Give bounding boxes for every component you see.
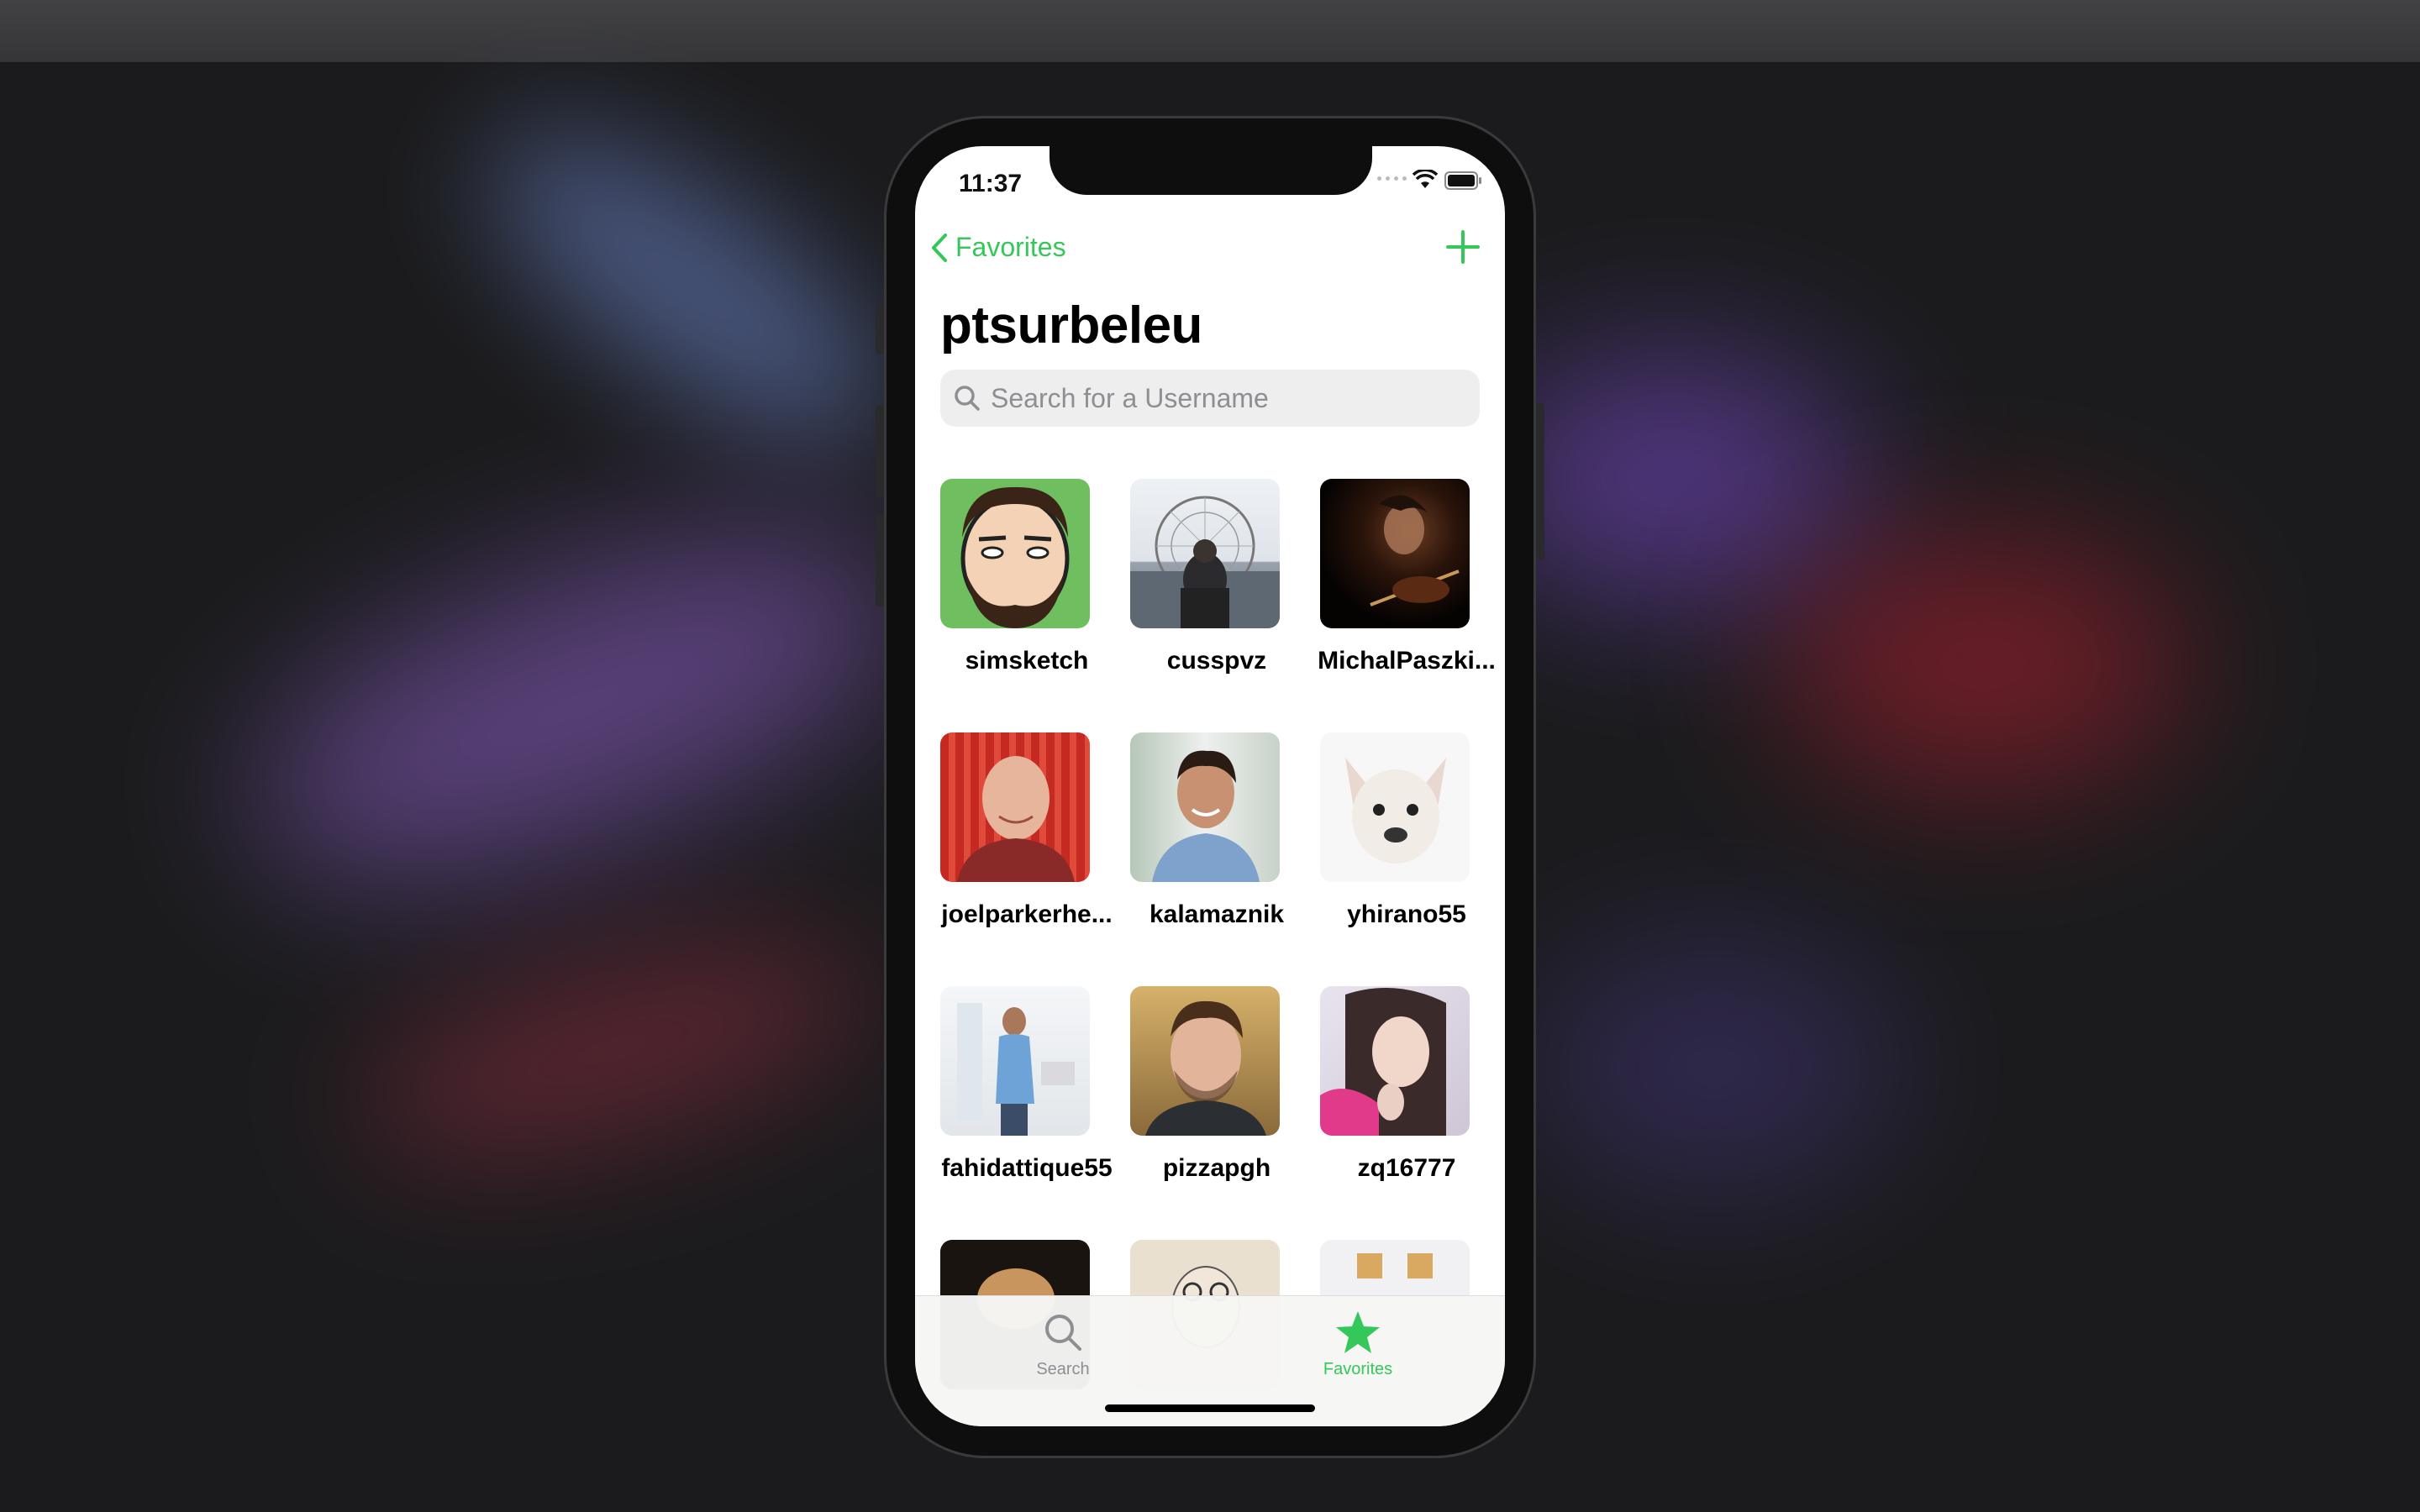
avatar bbox=[940, 986, 1090, 1136]
follower-cell[interactable]: yhirano55 bbox=[1312, 732, 1502, 984]
page-title: ptsurbeleu bbox=[940, 297, 1202, 354]
follower-cell[interactable]: MichalPaszki... bbox=[1312, 479, 1502, 731]
violinist-photo-image bbox=[1370, 495, 1460, 606]
wallpaper-blur-crimson bbox=[1781, 538, 2185, 790]
username-label: MichalPaszki... bbox=[1318, 647, 1496, 675]
follower-cell[interactable]: fahidattique55 bbox=[932, 986, 1122, 1238]
bald-man-photo-image bbox=[957, 756, 1075, 882]
wallpaper-blur-indigo bbox=[1529, 941, 1899, 1193]
avatar bbox=[1130, 986, 1280, 1136]
bearded-man-photo-image bbox=[1145, 1000, 1266, 1136]
search-tab-icon bbox=[1045, 1315, 1081, 1351]
username-label: yhirano55 bbox=[1347, 900, 1466, 928]
username-label: pizzapgh bbox=[1162, 1154, 1271, 1182]
tab-search-label: Search bbox=[1036, 1360, 1090, 1378]
add-favorite-plus-icon[interactable] bbox=[1444, 228, 1481, 265]
french-bulldog-photo-image bbox=[1345, 758, 1446, 864]
tab-favorites-label: Favorites bbox=[1323, 1360, 1393, 1378]
back-button[interactable]: Favorites bbox=[930, 232, 1066, 263]
star-icon bbox=[1336, 1311, 1380, 1353]
power-button bbox=[1536, 403, 1544, 559]
follower-cell[interactable]: kalamaznik bbox=[1122, 732, 1312, 984]
volume-up-button bbox=[876, 405, 884, 497]
wifi-icon bbox=[1413, 170, 1438, 188]
wallpaper-blur-blue bbox=[443, 75, 935, 496]
follower-cell[interactable]: joelparkerhe... bbox=[932, 732, 1122, 984]
follower-cell[interactable]: pizzapgh bbox=[1122, 986, 1312, 1238]
battery-icon bbox=[1444, 171, 1481, 190]
follower-cell[interactable]: cusspvz bbox=[1122, 479, 1312, 731]
woman-portrait-photo-image bbox=[1320, 988, 1446, 1136]
follower-cell[interactable]: zq16777 bbox=[1312, 986, 1502, 1238]
username-label: kalamaznik bbox=[1149, 900, 1285, 928]
device-notch bbox=[1050, 146, 1372, 195]
chevron-left-icon bbox=[932, 233, 947, 262]
search-bar[interactable] bbox=[940, 370, 1480, 427]
avatar bbox=[1320, 732, 1470, 882]
tab-favorites[interactable]: Favorites bbox=[1291, 1305, 1425, 1380]
wallpaper-blur-purple bbox=[210, 461, 950, 950]
cartoon-face-avatar-image bbox=[960, 486, 1070, 628]
avatar bbox=[1320, 986, 1470, 1136]
ferris-wheel-photo-image bbox=[1130, 496, 1280, 628]
man-in-office-photo-image bbox=[957, 1003, 1075, 1136]
avatar bbox=[1130, 479, 1280, 628]
back-button-label: Favorites bbox=[955, 232, 1066, 262]
username-label: cusspvz bbox=[1166, 647, 1267, 675]
avatar bbox=[1320, 479, 1470, 628]
avatar bbox=[940, 479, 1090, 628]
host-window-titlebar bbox=[0, 0, 2420, 64]
follower-cell[interactable]: simsketch bbox=[932, 479, 1122, 731]
username-label: joelparkerhe... bbox=[941, 900, 1113, 928]
username-label: simsketch bbox=[965, 647, 1089, 675]
volume-down-button bbox=[876, 514, 884, 606]
avatar bbox=[1130, 732, 1280, 882]
followers-grid: simsketch cusspvz MichalPaszki... joelpa… bbox=[915, 479, 1505, 1389]
search-icon bbox=[955, 386, 980, 411]
status-time: 11:37 bbox=[959, 170, 1023, 197]
mute-switch bbox=[876, 304, 884, 354]
wallpaper-blur-red bbox=[339, 901, 887, 1199]
username-label: zq16777 bbox=[1357, 1154, 1456, 1182]
app-screen: 11:37 Favorites ptsurbeleu Search for a … bbox=[915, 146, 1505, 1426]
avatar bbox=[940, 732, 1090, 882]
young-man-photo-image bbox=[1152, 750, 1260, 882]
cellular-signal-icon bbox=[1377, 176, 1407, 181]
home-indicator bbox=[1105, 1404, 1315, 1412]
tab-search[interactable]: Search bbox=[996, 1305, 1130, 1380]
search-input[interactable] bbox=[989, 381, 1463, 415]
username-label: fahidattique55 bbox=[941, 1154, 1113, 1182]
